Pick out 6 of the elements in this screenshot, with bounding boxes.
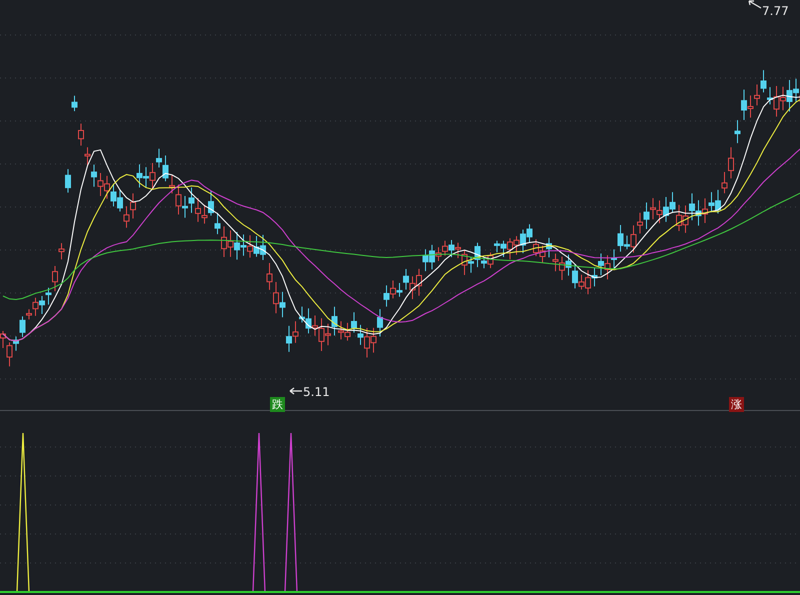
signal-tag: 跌	[270, 397, 285, 412]
signal-tag: 涨	[729, 397, 744, 412]
high-price-label: 7.77	[762, 4, 789, 18]
arrow-icon	[748, 0, 762, 10]
arrow-icon	[289, 386, 303, 396]
low-price-label: 5.11	[303, 385, 330, 399]
